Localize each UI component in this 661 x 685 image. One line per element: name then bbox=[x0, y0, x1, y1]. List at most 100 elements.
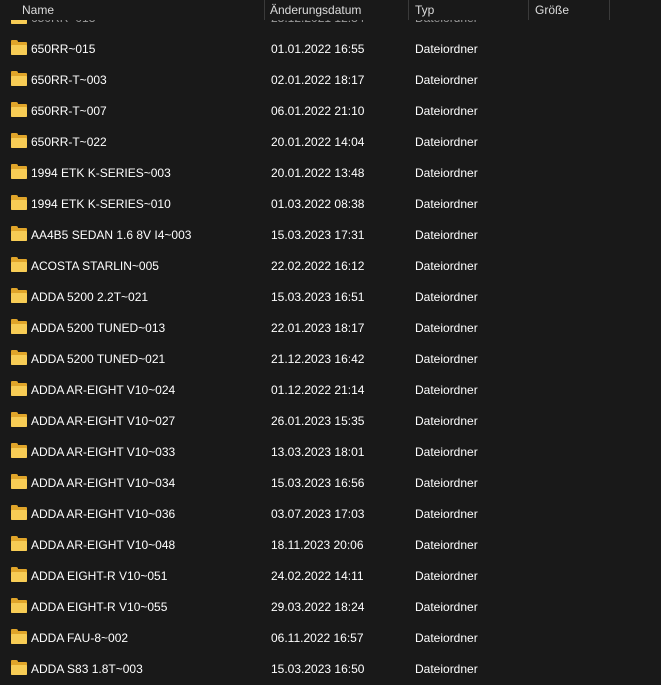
file-type: Dateiordner bbox=[415, 383, 478, 397]
file-name: ADDA EIGHT-R V10~051 bbox=[31, 569, 168, 583]
table-row[interactable]: 650RR-T~007 06.01.2022 21:10 Dateiordner bbox=[0, 96, 661, 127]
folder-icon bbox=[11, 598, 27, 613]
file-date: 01.03.2022 08:38 bbox=[271, 197, 365, 211]
table-row[interactable]: 1994 ETK K-SERIES~010 01.03.2022 08:38 Dat… bbox=[0, 189, 661, 220]
file-type: Dateiordner bbox=[415, 135, 478, 149]
file-name: 650RR-T~003 bbox=[31, 73, 107, 87]
table-row[interactable]: ADDA 5200 2.2T~021 15.03.2023 16:51 Dateio… bbox=[0, 282, 661, 313]
folder-icon bbox=[11, 40, 27, 55]
file-name: ADDA AR-EIGHT V10~024 bbox=[31, 383, 176, 397]
table-row[interactable]: ADDA 5200 TUNED~021 21.12.2023 16:42 Datei… bbox=[0, 344, 661, 375]
table-row[interactable]: AA4B5 SEDAN 1.6 8V I4~003 15.03.2023 17:3… bbox=[0, 220, 661, 251]
column-separator[interactable] bbox=[408, 0, 409, 20]
table-row[interactable]: ADDA AR-EIGHT V10~036 03.07.2023 17:03 Dat… bbox=[0, 499, 661, 530]
file-date: 15.03.2023 17:31 bbox=[271, 228, 365, 242]
table-row[interactable]: ADDA AR-EIGHT V10~027 26.01.2023 15:35 Dat… bbox=[0, 406, 661, 437]
file-name: ADDA AR-EIGHT V10~048 bbox=[31, 538, 176, 552]
file-list: 650RR~013 28.12.2021 12:34 Dateiordner 6… bbox=[0, 0, 661, 684]
file-type: Dateiordner bbox=[415, 228, 478, 242]
file-type: Dateiordner bbox=[415, 569, 478, 583]
folder-icon bbox=[11, 102, 27, 117]
table-row[interactable]: 650RR-T~022 20.01.2022 14:04 Dateiordner bbox=[0, 127, 661, 158]
folder-icon bbox=[11, 71, 27, 86]
file-type: Dateiordner bbox=[415, 507, 478, 521]
table-row[interactable]: 650RR-T~003 02.01.2022 18:17 Dateiordner bbox=[0, 65, 661, 96]
file-type: Dateiordner bbox=[415, 662, 478, 676]
file-date: 06.01.2022 21:10 bbox=[271, 104, 365, 118]
table-row[interactable]: ADDA AR-EIGHT V10~033 13.03.2023 18:01 Dat… bbox=[0, 437, 661, 468]
table-row[interactable]: ADDA EIGHT-R V10~055 29.03.2022 18:24 Date… bbox=[0, 592, 661, 623]
file-name: ADDA FAU-8~002 bbox=[31, 631, 129, 645]
file-type: Dateiordner bbox=[415, 476, 478, 490]
file-type: Dateiordner bbox=[415, 259, 478, 273]
table-row[interactable]: ADDA 5200 TUNED~013 22.01.2023 18:17 Datei… bbox=[0, 313, 661, 344]
column-header-bar: Name Änderungsdatum Typ Größe bbox=[0, 0, 661, 20]
file-date: 06.11.2022 16:57 bbox=[271, 631, 364, 645]
folder-icon bbox=[11, 505, 27, 520]
file-date: 22.01.2023 18:17 bbox=[271, 321, 365, 335]
folder-icon bbox=[11, 226, 27, 241]
folder-icon bbox=[11, 350, 27, 365]
file-name: ADDA EIGHT-R V10~055 bbox=[31, 600, 168, 614]
file-date: 20.01.2022 13:48 bbox=[271, 166, 365, 180]
table-row[interactable]: ADDA AR-EIGHT V10~034 15.03.2023 16:56 Dat… bbox=[0, 468, 661, 499]
file-name: ADDA S83 1.8T~003 bbox=[31, 662, 143, 676]
file-date: 13.03.2023 18:01 bbox=[271, 445, 365, 459]
file-name: 1994 ETK K-SERIES~010 bbox=[31, 197, 171, 211]
file-type: Dateiordner bbox=[415, 104, 478, 118]
file-type: Dateiordner bbox=[415, 445, 478, 459]
column-header-date[interactable]: Änderungsdatum bbox=[270, 0, 361, 20]
file-date: 01.01.2022 16:55 bbox=[271, 42, 365, 56]
file-date: 22.02.2022 16:12 bbox=[271, 259, 365, 273]
folder-icon bbox=[11, 288, 27, 303]
table-row[interactable]: ADDA FAU-8~002 06.11.2022 16:57 Dateiordne… bbox=[0, 623, 661, 654]
table-row[interactable]: ADDA EIGHT-R V10~051 24.02.2022 14:11 Date… bbox=[0, 561, 661, 592]
folder-icon bbox=[11, 133, 27, 148]
file-name: ACOSTA STARLIN~005 bbox=[31, 259, 159, 273]
file-date: 18.11.2023 20:06 bbox=[271, 538, 364, 552]
file-date: 15.03.2023 16:51 bbox=[271, 290, 365, 304]
folder-icon bbox=[11, 381, 27, 396]
file-name: AA4B5 SEDAN 1.6 8V I4~003 bbox=[31, 228, 192, 242]
folder-icon bbox=[11, 660, 27, 675]
table-row[interactable]: ADDA AR-EIGHT V10~024 01.12.2022 21:14 Dat… bbox=[0, 375, 661, 406]
table-row[interactable]: ADDA AR-EIGHT V10~048 18.11.2023 20:06 Dat… bbox=[0, 530, 661, 561]
file-date: 29.03.2022 18:24 bbox=[271, 600, 365, 614]
file-name: 1994 ETK K-SERIES~003 bbox=[31, 166, 171, 180]
file-name: ADDA 5200 TUNED~021 bbox=[31, 352, 166, 366]
column-separator[interactable] bbox=[528, 0, 529, 20]
table-row[interactable]: ACOSTA STARLIN~005 22.02.2022 16:12 Dateio… bbox=[0, 251, 661, 282]
file-date: 21.12.2023 16:42 bbox=[271, 352, 365, 366]
folder-icon bbox=[11, 536, 27, 551]
file-name: ADDA AR-EIGHT V10~027 bbox=[31, 414, 176, 428]
file-name: ADDA 5200 2.2T~021 bbox=[31, 290, 149, 304]
folder-icon bbox=[11, 195, 27, 210]
table-row[interactable]: 1994 ETK K-SERIES~003 20.01.2022 13:48 Dat… bbox=[0, 158, 661, 189]
folder-icon bbox=[11, 443, 27, 458]
folder-icon bbox=[11, 319, 27, 334]
folder-icon bbox=[11, 629, 27, 644]
file-date: 03.07.2023 17:03 bbox=[271, 507, 365, 521]
table-row[interactable]: ADDA S83 1.8T~003 15.03.2023 16:50 Dateior… bbox=[0, 654, 661, 685]
file-type: Dateiordner bbox=[415, 42, 478, 56]
file-name: ADDA AR-EIGHT V10~034 bbox=[31, 476, 176, 490]
file-type: Dateiordner bbox=[415, 631, 478, 645]
folder-icon bbox=[11, 164, 27, 179]
column-header-name[interactable]: Name bbox=[22, 0, 54, 20]
file-type: Dateiordner bbox=[415, 73, 478, 87]
folder-icon bbox=[11, 257, 27, 272]
file-type: Dateiordner bbox=[415, 352, 478, 366]
file-type: Dateiordner bbox=[415, 414, 478, 428]
file-name: 650RR-T~007 bbox=[31, 104, 107, 118]
column-header-size[interactable]: Größe bbox=[535, 0, 569, 20]
column-separator[interactable] bbox=[264, 0, 265, 20]
column-separator[interactable] bbox=[609, 0, 610, 20]
column-header-type[interactable]: Typ bbox=[415, 0, 434, 20]
folder-icon bbox=[11, 412, 27, 427]
file-date: 01.12.2022 21:14 bbox=[271, 383, 365, 397]
folder-icon bbox=[11, 567, 27, 582]
file-type: Dateiordner bbox=[415, 197, 478, 211]
file-name: 650RR-T~022 bbox=[31, 135, 107, 149]
file-type: Dateiordner bbox=[415, 321, 478, 335]
table-row[interactable]: 650RR~015 01.01.2022 16:55 Dateiordner bbox=[0, 34, 661, 65]
